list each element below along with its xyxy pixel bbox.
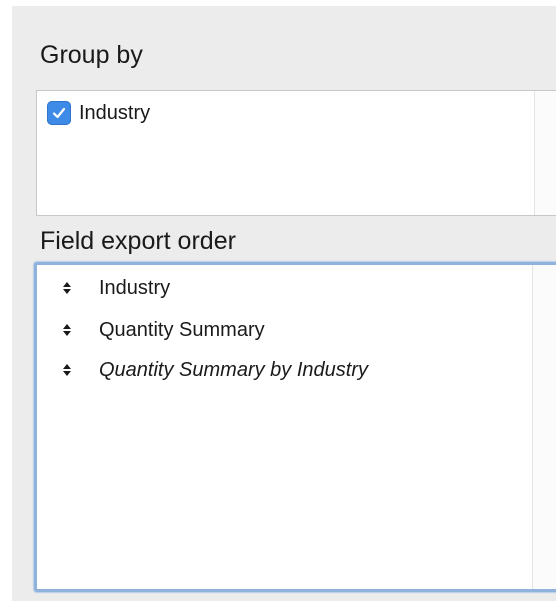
export-field-label: Industry xyxy=(99,277,171,299)
export-field-row-industry[interactable]: Industry xyxy=(61,275,170,301)
export-field-label: Quantity Summary by Industry xyxy=(99,359,368,381)
field-export-order-list[interactable]: Industry Quantity Summary Quantity Summa… xyxy=(34,262,556,592)
reorder-handle-icon[interactable] xyxy=(61,281,73,295)
export-options-panel: Group by Industry Field export order Ind… xyxy=(12,6,556,601)
group-by-item-industry[interactable]: Industry xyxy=(47,101,150,125)
group-by-item-label: Industry xyxy=(79,102,151,124)
checkbox-checked-icon[interactable] xyxy=(47,101,71,125)
export-field-row-quantity-summary[interactable]: Quantity Summary xyxy=(61,317,265,343)
group-by-list[interactable]: Industry xyxy=(36,90,556,216)
field-export-order-title: Field export order xyxy=(40,227,236,255)
export-field-label: Quantity Summary xyxy=(99,319,265,341)
group-by-scrollbar[interactable] xyxy=(534,91,556,215)
field-export-order-scrollbar[interactable] xyxy=(532,265,556,589)
group-by-title: Group by xyxy=(40,41,143,69)
reorder-handle-icon[interactable] xyxy=(61,323,73,337)
reorder-handle-icon[interactable] xyxy=(61,363,73,377)
export-field-row-quantity-summary-by-industry[interactable]: Quantity Summary by Industry xyxy=(61,357,368,383)
